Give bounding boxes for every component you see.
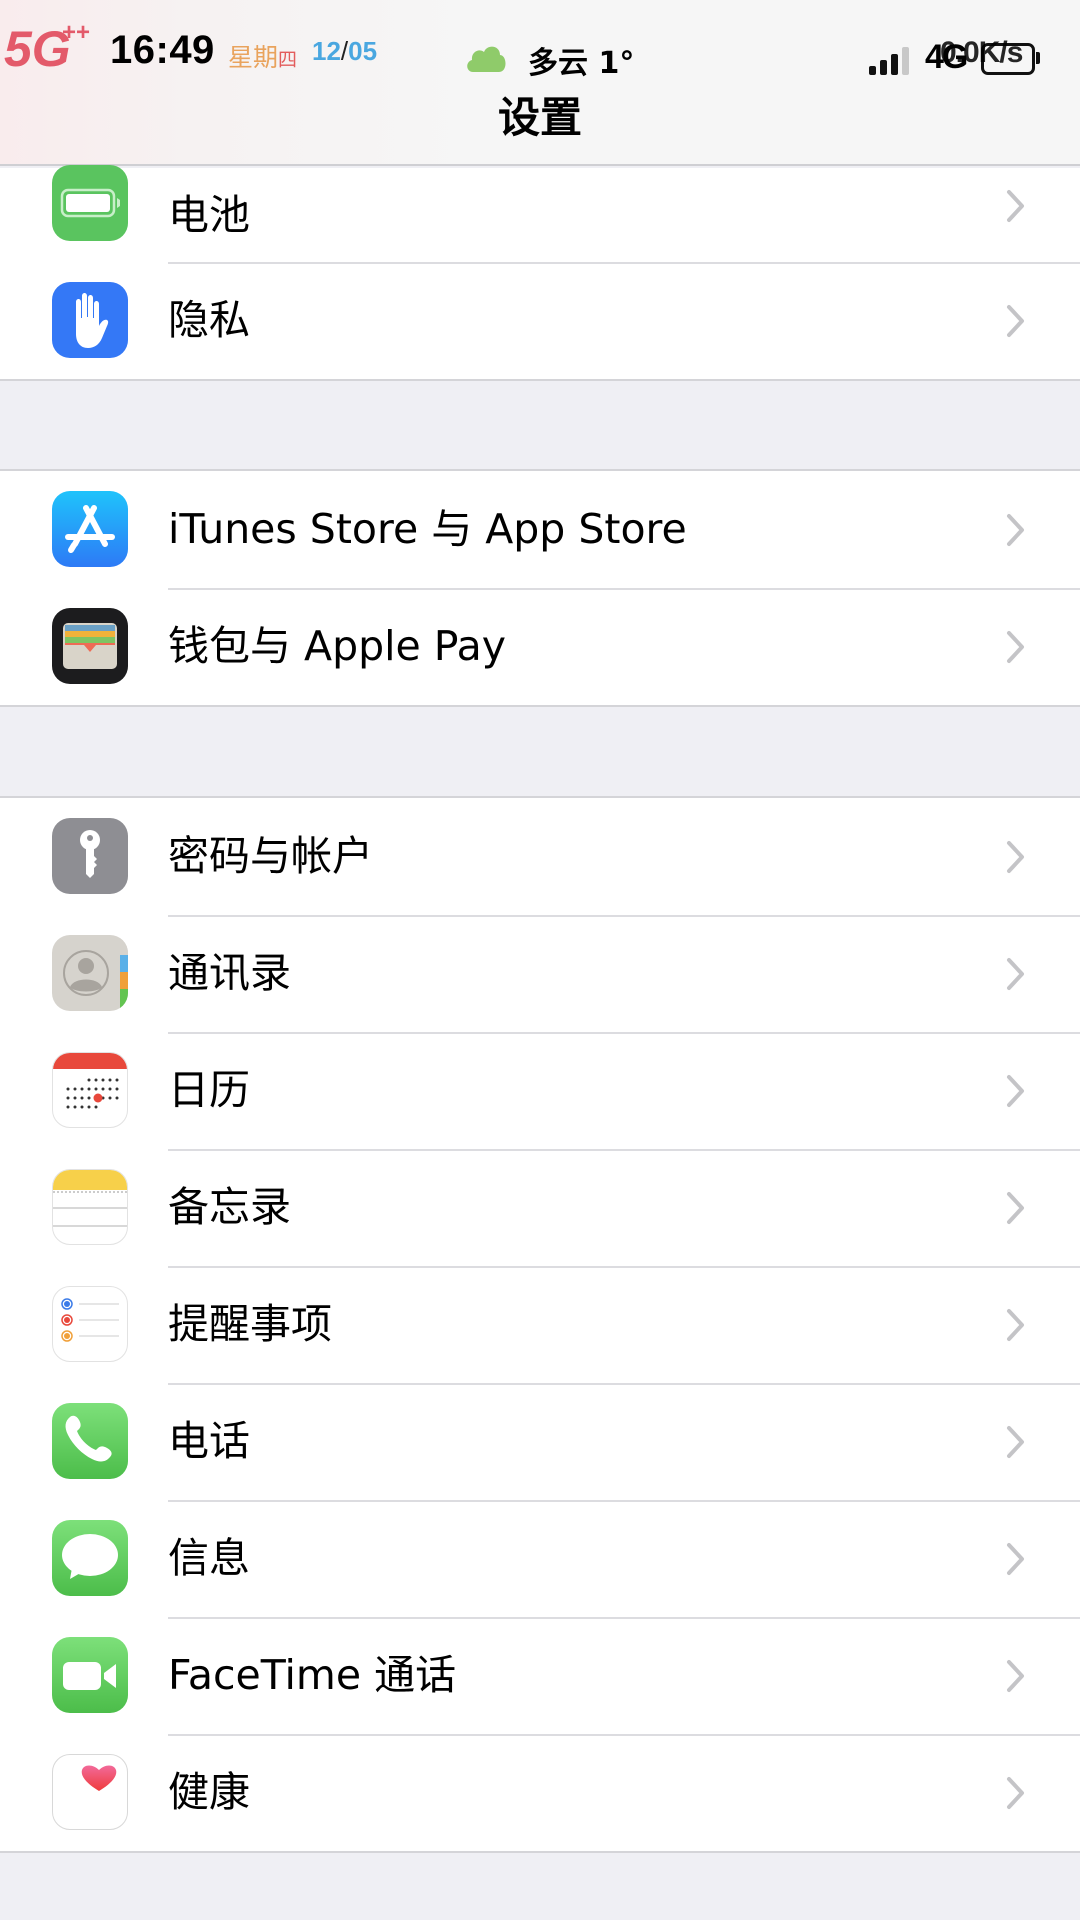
settings-item-phone[interactable]: 电话 (0, 1383, 1080, 1500)
chevron-right-icon (1007, 1426, 1024, 1458)
facetime-icon (52, 1637, 128, 1713)
settings-item-messages[interactable]: 信息 (0, 1500, 1080, 1617)
notes-icon (52, 1169, 128, 1245)
settings-item-label: 备忘录 (168, 1183, 291, 1231)
contacts-icon (52, 935, 128, 1011)
chevron-right-icon (1007, 1075, 1024, 1107)
status-and-nav-bar: 5G ++ 16:49 星期四 12/05 多云 1° 4G 0.0K/s 设置 (0, 0, 1080, 166)
health-heart-icon (52, 1754, 128, 1830)
settings-item-contacts[interactable]: 通讯录 (0, 915, 1080, 1032)
settings-item-label: FaceTime 通话 (168, 1651, 457, 1699)
weekday: 星期四 (228, 38, 297, 74)
weather-text: 多云 1° (528, 46, 635, 81)
messages-icon (52, 1520, 128, 1596)
settings-item-label: 通讯录 (168, 949, 291, 997)
weekday-prefix: 星期 (228, 43, 279, 72)
calendar-icon (52, 1052, 128, 1128)
settings-item-notes[interactable]: 备忘录 (0, 1149, 1080, 1266)
settings-item-privacy[interactable]: 隐私 (0, 262, 1080, 379)
network-speed: 0.0K/s (940, 36, 1023, 69)
5g-logo-icon: 5G ++ (4, 19, 90, 74)
svg-text:5G: 5G (4, 21, 71, 74)
battery-tip (1036, 52, 1040, 64)
settings-item-battery[interactable]: 电池 (0, 165, 1080, 262)
weekday-number: 四 (278, 49, 298, 71)
chevron-right-icon (1007, 1309, 1024, 1341)
settings-item-label: 健康 (168, 1768, 250, 1816)
settings-item-label: 信息 (168, 1534, 250, 1582)
chevron-right-icon (1007, 1543, 1024, 1575)
chevron-right-icon (1007, 1192, 1024, 1224)
settings-item-label: 电话 (168, 1417, 250, 1465)
settings-item-label: 日历 (168, 1066, 250, 1114)
clock-time: 16:49 (110, 28, 215, 72)
settings-item-calendar[interactable]: 日历 (0, 1032, 1080, 1149)
svg-text:++: ++ (62, 19, 90, 46)
settings-item-reminders[interactable]: 提醒事项 (0, 1266, 1080, 1383)
date: 12/05 (312, 36, 377, 67)
battery-icon (52, 165, 128, 241)
settings-group-2: iTunes Store 与 App Store 钱包与 Apple Pay (0, 469, 1080, 707)
chevron-right-icon (1007, 190, 1024, 222)
settings-item-label: iTunes Store 与 App Store (168, 505, 687, 553)
settings-group-3: 密码与帐户 通讯录 日历 备忘录 提醒事项 电话 信息 FaceTime 通话 … (0, 796, 1080, 1853)
signal-strength-icon (869, 47, 909, 75)
chevron-right-icon (1007, 514, 1024, 546)
settings-item-label: 提醒事项 (168, 1300, 332, 1348)
key-icon (52, 818, 128, 894)
chevron-right-icon (1007, 841, 1024, 873)
settings-item-facetime[interactable]: FaceTime 通话 (0, 1617, 1080, 1734)
chevron-right-icon (1007, 1777, 1024, 1809)
settings-item-itunes-app-store[interactable]: iTunes Store 与 App Store (0, 471, 1080, 588)
wallet-icon (52, 608, 128, 684)
settings-item-passwords-accounts[interactable]: 密码与帐户 (0, 798, 1080, 915)
phone-icon (52, 1403, 128, 1479)
chevron-right-icon (1007, 1660, 1024, 1692)
settings-item-label: 电池 (168, 191, 250, 239)
date-month: 12 (312, 36, 341, 66)
reminders-icon (52, 1286, 128, 1362)
hand-privacy-icon (52, 282, 128, 358)
settings-group-1: 电池 隐私 (0, 165, 1080, 381)
chevron-right-icon (1007, 631, 1024, 663)
date-day: 05 (348, 36, 378, 66)
chevron-right-icon (1007, 305, 1024, 337)
settings-item-label: 隐私 (168, 296, 250, 344)
chevron-right-icon (1007, 958, 1024, 990)
settings-item-label: 密码与帐户 (168, 832, 373, 880)
settings-item-health[interactable]: 健康 (0, 1734, 1080, 1851)
app-store-icon (52, 491, 128, 567)
settings-item-label: 钱包与 Apple Pay (168, 622, 507, 670)
page-title: 设置 (497, 93, 582, 142)
cloud-icon (467, 46, 506, 72)
settings-item-wallet-apple-pay[interactable]: 钱包与 Apple Pay (0, 588, 1080, 705)
